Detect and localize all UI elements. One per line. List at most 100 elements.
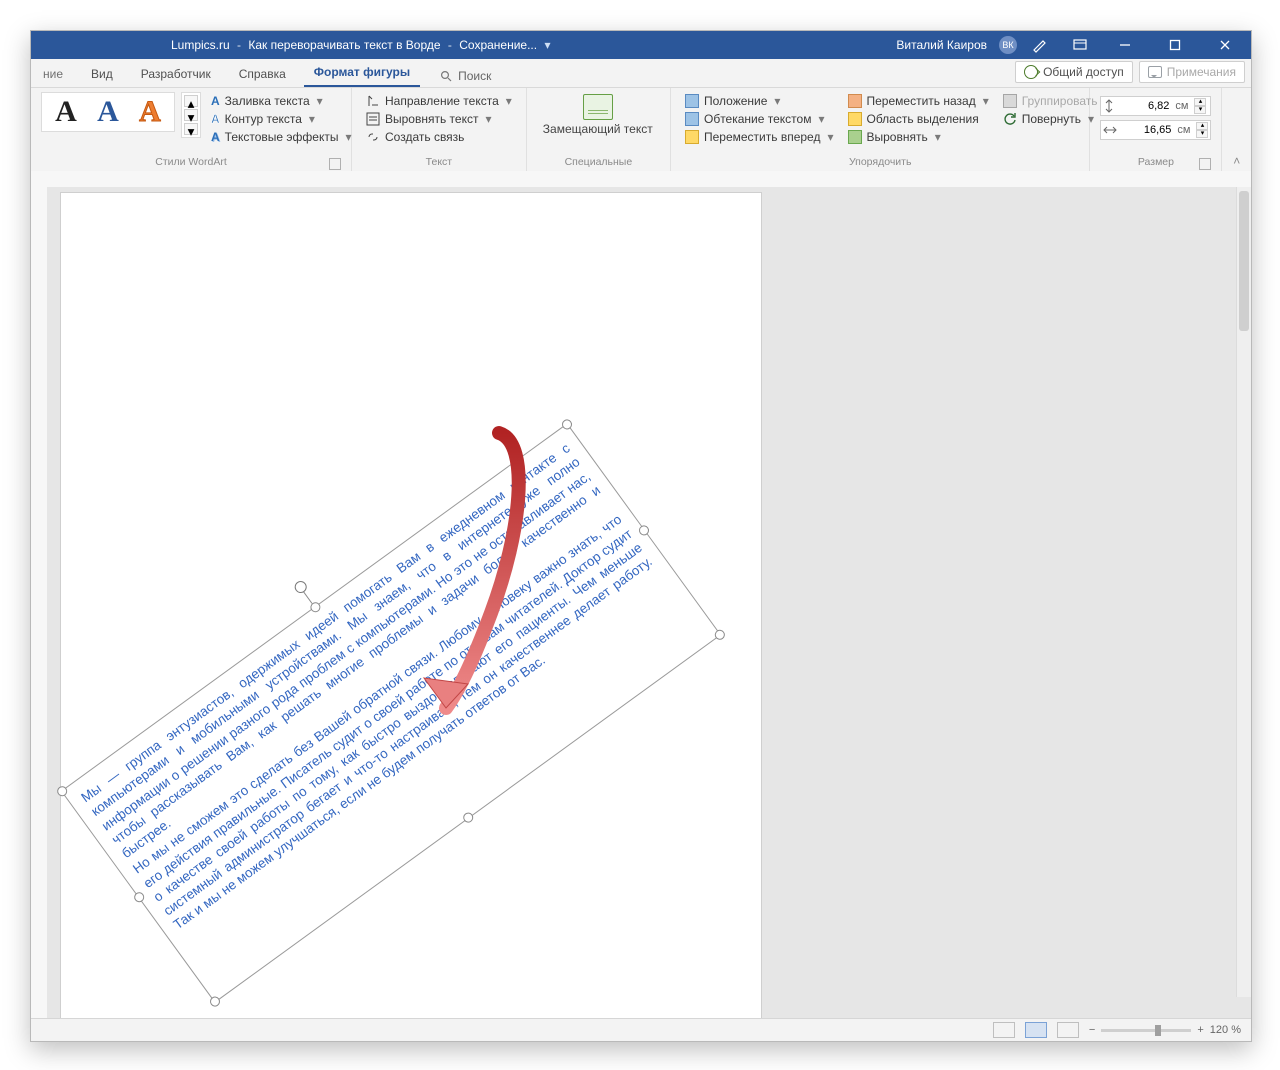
title-status: Сохранение...	[459, 38, 537, 52]
text-outline-button[interactable]: AКонтур текста▾	[207, 110, 356, 128]
shape-width-input[interactable]: см ▴▾	[1100, 120, 1211, 140]
title-bar: Lumpics.ru - Как переворачивать текст в …	[31, 31, 1251, 59]
tab-shape-format[interactable]: Формат фигуры	[304, 60, 420, 87]
minimize-button[interactable]	[1103, 31, 1147, 59]
tab-view[interactable]: Вид	[81, 62, 123, 87]
group-size: см ▴▾ см ▴▾ Размер	[1090, 88, 1222, 172]
account-name[interactable]: Виталий Каиров	[890, 38, 993, 52]
comments-button[interactable]: Примечания	[1139, 61, 1245, 83]
wrap-text-button[interactable]: Обтекание текстом▾	[681, 110, 838, 128]
scroll-up-icon[interactable]: ▴	[184, 95, 198, 107]
close-button[interactable]	[1203, 31, 1247, 59]
zoom-slider[interactable]	[1101, 1029, 1191, 1032]
gallery-more-icon[interactable]: ▾	[184, 123, 198, 135]
group-text: Направление текста▾ Выровнять текст▾ Соз…	[352, 88, 527, 172]
text-fill-button[interactable]: AЗаливка текста▾	[207, 92, 356, 110]
tab-truncated[interactable]: ние	[43, 62, 73, 87]
search-icon	[440, 70, 452, 82]
search-label: Поиск	[458, 69, 491, 83]
share-icon	[1024, 65, 1038, 79]
share-button[interactable]: Общий доступ	[1015, 61, 1133, 83]
view-read-mode[interactable]	[993, 1022, 1015, 1038]
zoom-knob[interactable]	[1155, 1025, 1161, 1036]
scrollbar-thumb[interactable]	[1239, 191, 1249, 331]
text-effects-button[interactable]: AТекстовые эффекты▾	[207, 128, 356, 146]
tab-help[interactable]: Справка	[229, 62, 296, 87]
ruler-horizontal[interactable]	[31, 171, 1251, 188]
alt-text-button[interactable]: Замещающий текст	[537, 92, 659, 136]
text-box[interactable]: Мы — группа энтузиастов, одержимых идеей…	[61, 423, 721, 1003]
resize-handle-bl[interactable]	[208, 995, 222, 1009]
resize-handle-l[interactable]	[132, 890, 146, 904]
wordart-preset-1[interactable]: A	[50, 97, 82, 127]
view-web-layout[interactable]	[1057, 1022, 1079, 1038]
wordart-gallery[interactable]: A A A	[41, 92, 175, 132]
send-backward-button[interactable]: Переместить назад▾	[844, 92, 993, 110]
size-dialog-launcher[interactable]	[1199, 158, 1211, 170]
rotate-icon	[1003, 112, 1017, 126]
collapse-ribbon-icon[interactable]: ˄	[1222, 150, 1251, 172]
title-dropdown-icon[interactable]: ▾	[540, 38, 554, 52]
group-label-arrange: Упорядочить	[681, 154, 1079, 172]
height-icon	[1103, 99, 1115, 113]
title-doc: Как переворачивать текст в Ворде	[248, 38, 440, 52]
text-box-shape[interactable]: Мы — группа энтузиастов, одержимых идеей…	[61, 423, 721, 1003]
document-title: Lumpics.ru - Как переворачивать текст в …	[31, 38, 890, 52]
scrollbar-vertical[interactable]	[1236, 187, 1251, 997]
bring-forward-button[interactable]: Переместить вперед▾	[681, 128, 838, 146]
group-icon	[1003, 94, 1017, 108]
zoom-in-icon[interactable]: +	[1197, 1024, 1203, 1036]
zoom-out-icon[interactable]: −	[1089, 1024, 1095, 1036]
wordart-preset-2[interactable]: A	[92, 97, 124, 127]
resize-handle-br[interactable]	[713, 628, 727, 642]
wrap-icon	[685, 112, 699, 126]
position-icon	[685, 94, 699, 108]
width-down[interactable]: ▾	[1196, 130, 1208, 138]
zoom-value[interactable]: 120 %	[1210, 1024, 1241, 1036]
scroll-down-icon[interactable]: ▾	[184, 109, 198, 121]
wordart-dialog-launcher[interactable]	[329, 158, 341, 170]
app-window: Lumpics.ru - Как переворачивать текст в …	[30, 30, 1252, 1042]
height-up[interactable]: ▴	[1194, 98, 1206, 106]
selection-pane-icon	[848, 112, 862, 126]
group-label-wordart: Стили WordArt	[155, 156, 226, 168]
rotation-handle[interactable]	[292, 579, 309, 596]
group-label-accessibility: Специальные возможности	[537, 154, 660, 172]
ruler-vertical[interactable]	[31, 187, 48, 1019]
ribbon-tabs: ние Вид Разработчик Справка Формат фигур…	[31, 59, 1251, 88]
maximize-button[interactable]	[1153, 31, 1197, 59]
wordart-preset-3[interactable]: A	[134, 97, 166, 127]
resize-handle-r[interactable]	[637, 523, 651, 537]
height-down[interactable]: ▾	[1194, 106, 1206, 114]
drawing-mode-icon[interactable]	[1023, 31, 1057, 59]
create-link-button[interactable]: Создать связь	[362, 128, 516, 146]
zoom-control[interactable]: − + 120 %	[1089, 1024, 1241, 1036]
group-wordart: A A A ▴▾▾ AЗаливка текста▾ AКонтур текст…	[31, 88, 352, 172]
wordart-gallery-scroll[interactable]: ▴ ▾ ▾	[181, 92, 201, 138]
ribbon-options-icon[interactable]	[1063, 31, 1097, 59]
resize-handle-tl[interactable]	[55, 784, 69, 798]
width-icon	[1103, 124, 1117, 136]
ribbon: A A A ▴▾▾ AЗаливка текста▾ AКонтур текст…	[31, 88, 1251, 173]
group-accessibility: Замещающий текст Специальные возможности	[527, 88, 671, 172]
align-icon	[848, 130, 862, 144]
align-text-button[interactable]: Выровнять текст▾	[362, 110, 516, 128]
text-direction-button[interactable]: Направление текста▾	[362, 92, 516, 110]
backward-icon	[848, 94, 862, 108]
document-page[interactable]: Мы — группа энтузиастов, одержимых идеей…	[61, 193, 761, 1019]
position-button[interactable]: Положение▾	[681, 92, 838, 110]
align-objects-button[interactable]: Выровнять▾	[844, 128, 993, 146]
width-up[interactable]: ▴	[1196, 122, 1208, 130]
resize-handle-b[interactable]	[461, 811, 475, 825]
alt-text-icon	[583, 94, 613, 120]
group-label-text: Текст	[362, 154, 516, 172]
resize-handle-tr[interactable]	[560, 417, 574, 431]
shape-height-input[interactable]: см ▴▾	[1100, 96, 1211, 116]
account-avatar[interactable]: ВК	[999, 36, 1017, 54]
tab-developer[interactable]: Разработчик	[131, 62, 221, 87]
selection-pane-button[interactable]: Область выделения	[844, 110, 993, 128]
tell-me-search[interactable]: Поиск	[434, 65, 497, 87]
forward-icon	[685, 130, 699, 144]
view-print-layout[interactable]	[1025, 1022, 1047, 1038]
page-viewport[interactable]: Мы — группа энтузиастов, одержимых идеей…	[47, 187, 1251, 1019]
